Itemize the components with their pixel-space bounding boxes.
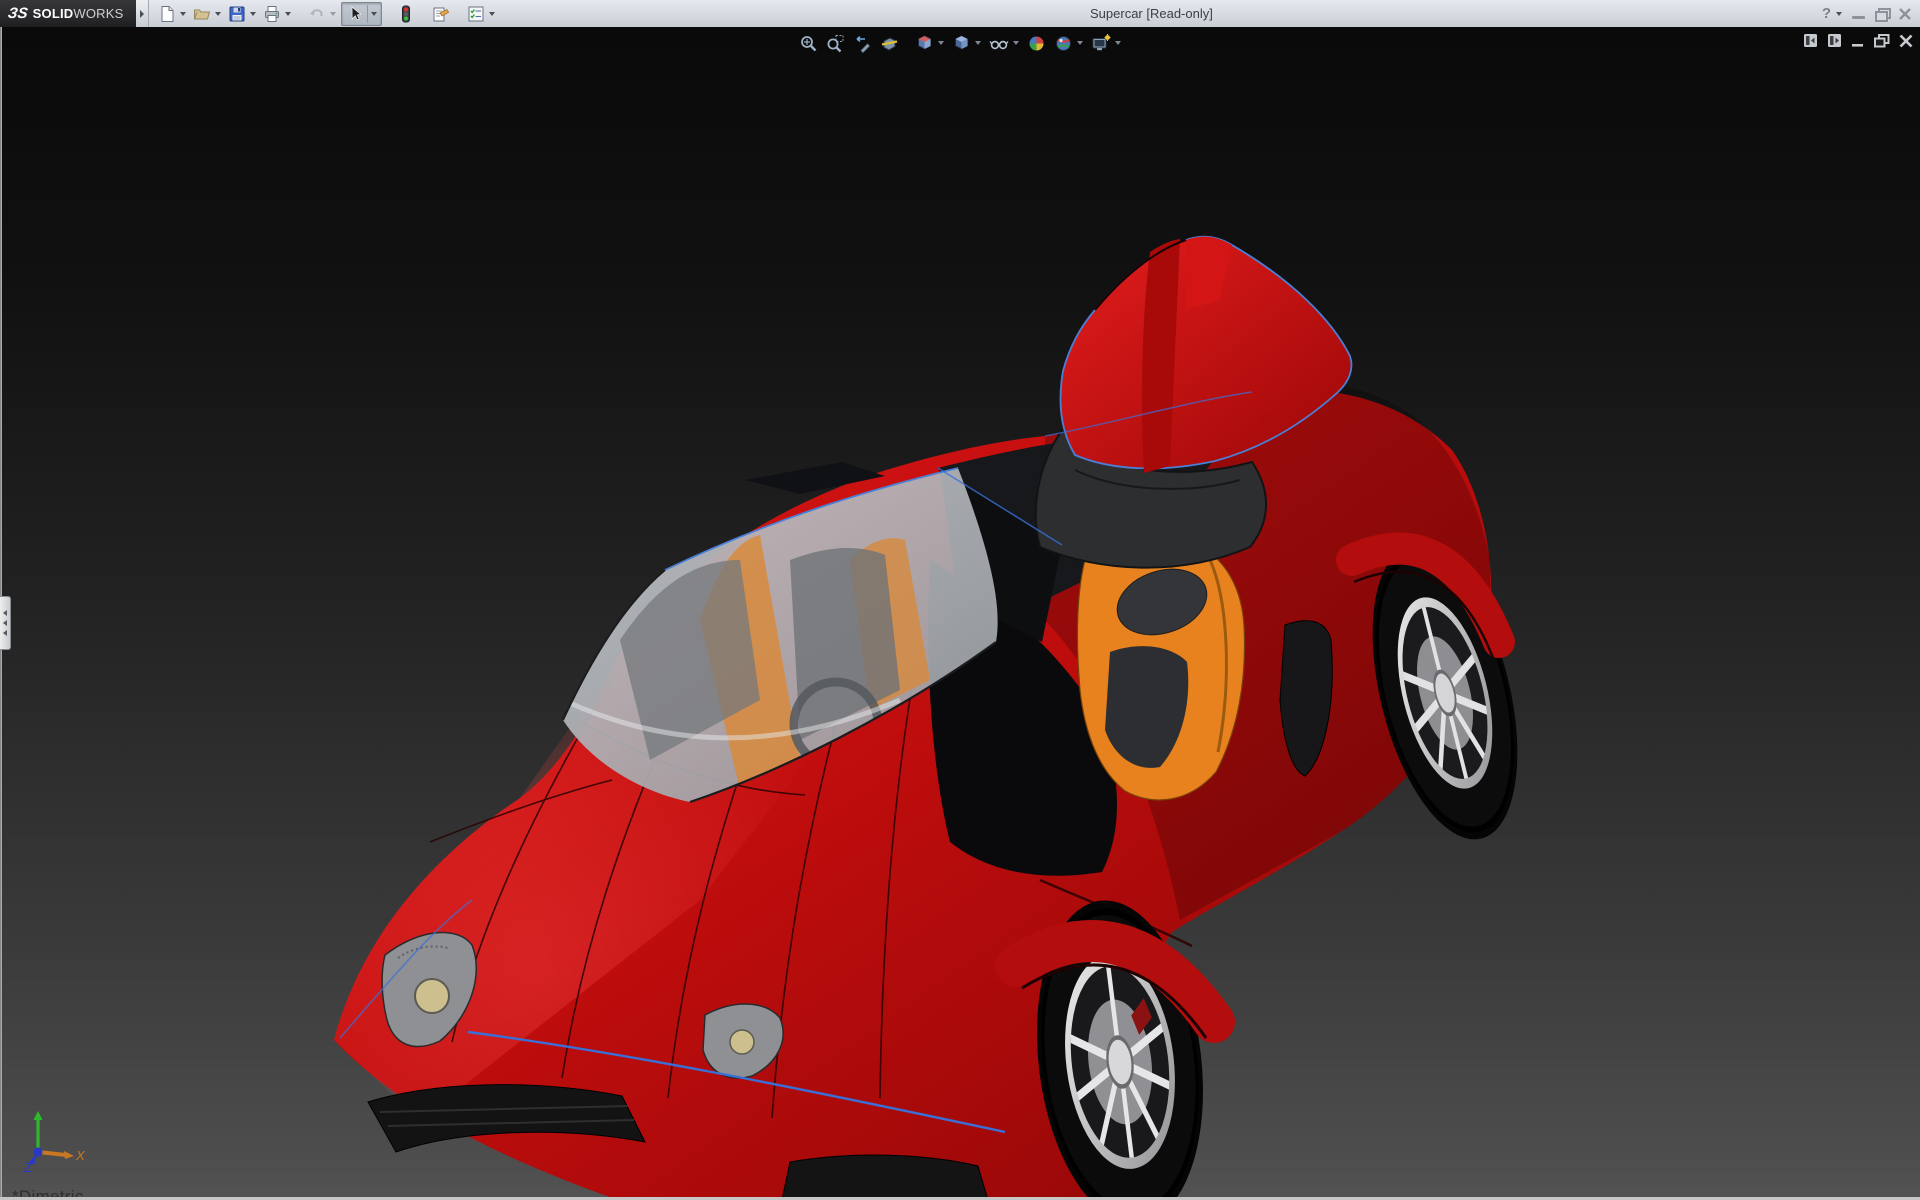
open-icon: [194, 9, 211, 19]
zoom-to-area-button[interactable]: [826, 33, 845, 53]
select-cursor-icon: [351, 5, 362, 20]
reference-triad: X Z: [23, 1111, 86, 1175]
edit-appearance-button[interactable]: [1027, 33, 1046, 53]
3ds-logo-glyph: ЗS: [6, 5, 29, 22]
previous-view-icon: [856, 35, 871, 53]
view-settings-icon: [1092, 33, 1111, 50]
minimize-icon[interactable]: [1851, 34, 1865, 48]
dropdown-arrow-icon[interactable]: [180, 11, 186, 16]
dropdown-arrow-icon[interactable]: [938, 41, 944, 45]
supercar-3d-model[interactable]: [0, 27, 1920, 1200]
zoom-to-fit-button[interactable]: [799, 33, 818, 53]
dropdown-arrow-icon[interactable]: [489, 11, 495, 16]
display-style-button[interactable]: [952, 33, 981, 53]
previous-view-button[interactable]: [853, 33, 872, 53]
close-icon[interactable]: [1899, 34, 1913, 48]
window-controls: ?: [1822, 0, 1912, 27]
brand-solid: SOLID: [32, 6, 74, 21]
undo-button[interactable]: [306, 3, 338, 25]
view-settings-button[interactable]: [1091, 33, 1121, 53]
pane-collapse-left-icon[interactable]: [1803, 33, 1818, 48]
restore-icon[interactable]: [1875, 8, 1891, 22]
rebuild-button[interactable]: [395, 3, 417, 25]
section-view-icon: [881, 36, 898, 51]
standard-toolbar: [156, 1, 500, 26]
section-view-button[interactable]: [880, 33, 899, 53]
dropdown-arrow-icon: [330, 11, 336, 16]
display-style-icon: [955, 34, 968, 50]
open-button[interactable]: [191, 3, 223, 25]
document-window-controls: [1803, 33, 1913, 48]
undo-icon: [310, 8, 323, 16]
solidworks-app-window: ЗS SOLID WORKS Supercar [Read-only] ? X …: [0, 0, 1920, 1200]
close-icon[interactable]: [1898, 7, 1912, 21]
file-properties-button[interactable]: [430, 3, 452, 25]
zoom-to-area-icon: [827, 34, 844, 52]
chevron-right-icon: [140, 9, 144, 18]
print-button[interactable]: [261, 3, 293, 25]
triad-x-label: X: [75, 1148, 86, 1163]
apply-scene-icon: [1056, 35, 1071, 51]
graphics-viewport[interactable]: X Z *Dimetric: [0, 27, 1920, 1200]
select-tool-button[interactable]: [341, 1, 382, 26]
hide-show-items-button[interactable]: [989, 33, 1019, 53]
dropdown-arrow-icon[interactable]: [285, 11, 291, 16]
brand-works: WORKS: [73, 6, 124, 21]
help-icon: ?: [1821, 5, 1831, 22]
save-button[interactable]: [226, 3, 258, 25]
edit-appearance-icon: [1029, 36, 1044, 50]
dropdown-arrow-icon[interactable]: [1013, 41, 1019, 45]
rebuild-traffic-light-icon: [402, 5, 410, 22]
dropdown-arrow-icon[interactable]: [371, 11, 377, 16]
triad-z-label: Z: [23, 1160, 33, 1175]
dropdown-arrow-icon[interactable]: [215, 11, 221, 16]
dropdown-arrow-icon[interactable]: [250, 11, 256, 16]
apply-scene-button[interactable]: [1054, 33, 1083, 53]
options-icon: [468, 6, 484, 21]
chevron-left-icon: [3, 630, 7, 636]
document-title: Supercar [Read-only]: [1090, 6, 1213, 21]
hide-show-items-icon: [989, 40, 1009, 49]
pane-expand-right-icon[interactable]: [1827, 33, 1842, 48]
file-properties-icon: [433, 7, 450, 21]
divider: [367, 4, 368, 23]
restore-icon[interactable]: [1874, 33, 1890, 48]
zoom-to-fit-icon: [801, 35, 817, 51]
dropdown-arrow-icon[interactable]: [975, 41, 981, 45]
new-document-button[interactable]: [156, 3, 188, 25]
dropdown-arrow-icon[interactable]: [1115, 41, 1121, 45]
view-orientation-icon: [918, 34, 931, 50]
new-document-icon: [161, 5, 174, 22]
chevron-left-icon: [3, 620, 7, 626]
collapsed-panel-handle[interactable]: [0, 596, 11, 650]
save-icon: [229, 6, 245, 21]
help-button[interactable]: ?: [1822, 5, 1842, 22]
chevron-left-icon: [3, 610, 7, 616]
options-button[interactable]: [465, 3, 497, 25]
driver-seat[interactable]: [1076, 534, 1246, 801]
title-bar: ЗS SOLID WORKS Supercar [Read-only] ?: [0, 0, 1920, 28]
solidworks-logo: ЗS SOLID WORKS: [0, 0, 136, 27]
menu-expand-button[interactable]: [136, 0, 149, 27]
dropdown-arrow-icon[interactable]: [1836, 11, 1842, 16]
minimize-icon[interactable]: [1852, 16, 1865, 19]
print-icon: [265, 5, 279, 22]
dropdown-arrow-icon[interactable]: [1077, 41, 1083, 45]
view-orientation-button[interactable]: [915, 33, 944, 53]
heads-up-view-toolbar: [795, 32, 1125, 54]
